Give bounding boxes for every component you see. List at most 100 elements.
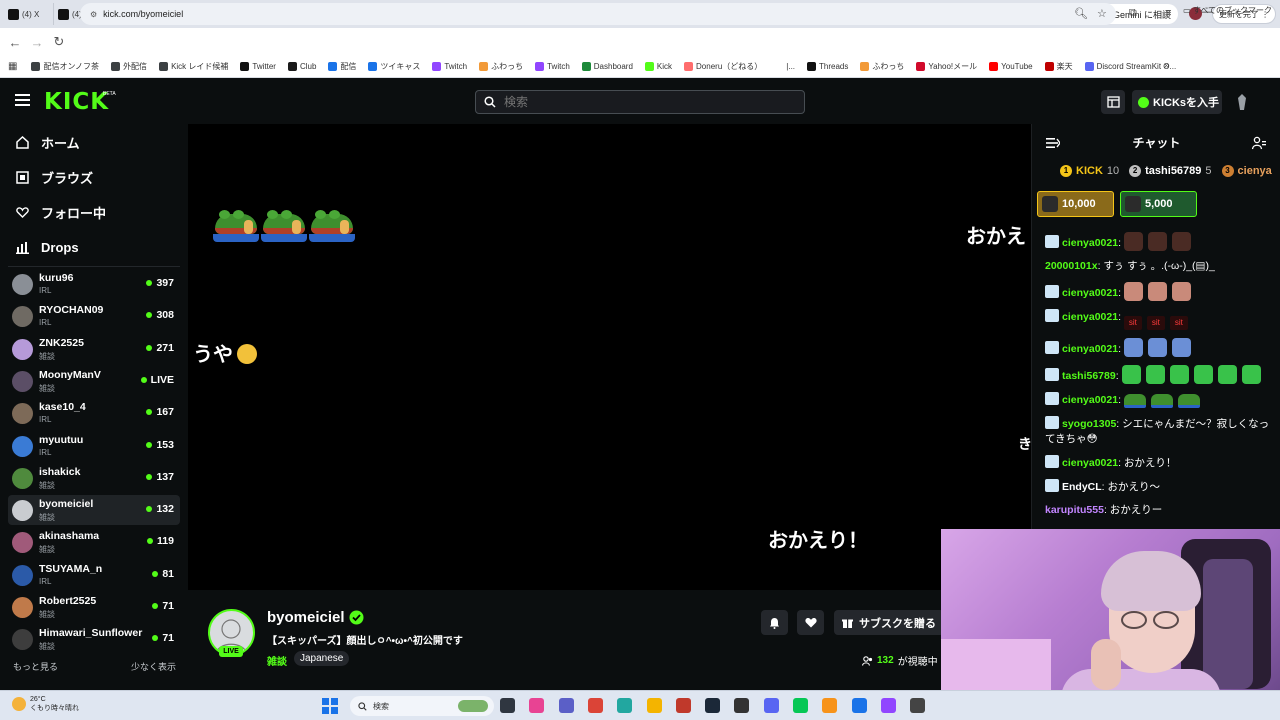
taskbar-search[interactable]: 検索 xyxy=(350,696,494,716)
sidebar-channel-znk2525[interactable]: ZNK2525 雑談 271 xyxy=(8,334,180,364)
language-tag[interactable]: Japanese xyxy=(294,651,350,666)
tab-list-icon[interactable]: ≡ xyxy=(1165,7,1171,19)
search-icon xyxy=(358,701,367,711)
sidebar-channel-kase10_4[interactable]: kase10_4 IRL 167 xyxy=(8,398,180,428)
nav-browse[interactable]: ブラウズ xyxy=(16,167,93,187)
notification-button[interactable] xyxy=(761,610,788,635)
bookmark-item[interactable]: 楽天 xyxy=(1039,61,1079,72)
bookmark-item[interactable]: ふわっち xyxy=(854,61,910,72)
bookmark-item[interactable]: Kick xyxy=(639,62,678,71)
sidebar-channel-tsuyama_n[interactable]: TSUYAMA_n IRL 81 xyxy=(8,560,180,590)
browser-tab[interactable]: (4) X xyxy=(4,3,54,25)
streamer-name[interactable]: byomeiciel xyxy=(267,609,345,626)
bookmark-item[interactable]: |... xyxy=(768,62,801,71)
taskbar-app-icon[interactable] xyxy=(675,698,691,713)
bookmark-item[interactable]: 配信 xyxy=(322,61,362,72)
chat-users-icon[interactable] xyxy=(1252,136,1266,150)
category-link[interactable]: 雑談 xyxy=(267,653,287,668)
chat-username[interactable]: cienya0021 xyxy=(1062,457,1118,469)
kick-logo[interactable]: KICK xyxy=(44,89,109,115)
taskbar-app-icon[interactable] xyxy=(500,698,515,713)
apps-grid-icon[interactable]: ▦ xyxy=(8,61,17,72)
reload-icon[interactable]: ↻ xyxy=(48,34,70,50)
bookmark-item[interactable]: ツイキャス xyxy=(362,61,426,72)
bookmark-star-icon[interactable]: ☆ xyxy=(1097,7,1107,20)
taskbar-app-icon[interactable] xyxy=(617,698,633,713)
search-input[interactable] xyxy=(504,95,784,109)
show-less-link[interactable]: 少なく表示 xyxy=(131,660,176,673)
back-icon[interactable]: ← xyxy=(4,35,26,50)
gift-subscription-button[interactable]: サブスクを贈る xyxy=(834,610,944,635)
bookmark-item[interactable]: Twitter xyxy=(234,62,282,71)
leaderboard-item[interactable]: 2 tashi56789 5 xyxy=(1129,165,1212,177)
sidebar-channel-ishakick[interactable]: ishakick 雑談 137 xyxy=(8,463,180,493)
taskbar-app-icon[interactable] xyxy=(587,698,603,713)
bookmark-item[interactable]: ふわっち xyxy=(473,61,529,72)
chat-username[interactable]: karupitu555 xyxy=(1045,504,1104,516)
taskbar-app-icon[interactable] xyxy=(880,698,896,713)
sidebar-channel-himawari_sunflower[interactable]: Himawari_Sunflower 雑談 71 xyxy=(8,624,180,654)
taskbar-app-icon[interactable] xyxy=(793,698,808,713)
sidebar-channel-robert2525[interactable]: Robert2525 雑談 71 xyxy=(8,592,180,622)
url-bar[interactable]: ⚙ kick.com/byomeiciel xyxy=(80,3,1116,25)
nav-home[interactable]: ホーム xyxy=(16,132,80,152)
zoom-icon[interactable]: 🔍︎ xyxy=(1074,7,1088,20)
video-player[interactable]: うや おかえ おかえり！ き xyxy=(188,124,1031,590)
all-bookmarks[interactable]: ▭ すべてのブックマーク xyxy=(1183,5,1272,16)
chat-username[interactable]: cienya0021 xyxy=(1062,343,1118,355)
chat-username[interactable]: cienya0021 xyxy=(1062,237,1118,249)
sidebar-channel-akinashama[interactable]: akinashama 雑談 119 xyxy=(8,527,180,557)
show-more-link[interactable]: もっと見る xyxy=(13,660,58,673)
chat-username[interactable]: tashi56789 xyxy=(1062,370,1116,382)
sidebar-channel-byomeiciel[interactable]: byomeiciel 雑談 132 xyxy=(8,495,180,526)
start-button[interactable] xyxy=(322,698,338,714)
nav-drops[interactable]: Drops xyxy=(16,237,79,257)
bookmark-item[interactable]: Threads xyxy=(801,62,854,71)
taskbar-app-icon[interactable] xyxy=(558,698,574,713)
site-info-icon[interactable]: ⚙ xyxy=(90,10,97,19)
user-avatar[interactable] xyxy=(1236,94,1248,110)
taskbar-app-icon[interactable] xyxy=(822,698,838,713)
bookmark-item[interactable]: Yahoo!メール xyxy=(910,61,983,72)
chat-username[interactable]: 20000101x xyxy=(1045,260,1098,272)
leaderboard-item[interactable]: 3 cienya xyxy=(1221,165,1276,177)
bookmark-item[interactable]: Twitch xyxy=(529,62,576,71)
taskbar-app-icon[interactable] xyxy=(763,698,779,713)
sidebar-channel-moonymanv[interactable]: MoonyManV 雑談 LIVE xyxy=(8,366,180,396)
bookmark-item[interactable]: Doneru（どねる） xyxy=(678,61,768,72)
chat-username[interactable]: cienya0021 xyxy=(1062,394,1118,406)
weather-widget[interactable]: 26°C くもり時々晴れ xyxy=(12,695,79,713)
sidebar-channel-kuru96[interactable]: kuru96 IRL 397 xyxy=(8,269,180,299)
chat-username[interactable]: EndyCL xyxy=(1062,481,1102,493)
bookmark-item[interactable]: 外配信 xyxy=(105,61,153,72)
taskbar-app-icon[interactable] xyxy=(734,698,750,713)
bookmarks-more[interactable]: » xyxy=(1164,60,1170,71)
bookmark-item[interactable]: 配信オンノフ茶 xyxy=(25,61,105,72)
pinned-kick[interactable]: 10,000 xyxy=(1037,191,1114,217)
leaderboard-item[interactable]: 1 KICK 10 xyxy=(1060,165,1119,177)
sidebar-channel-ryochan09[interactable]: RYOCHAN09 IRL 308 xyxy=(8,301,180,331)
follow-button[interactable] xyxy=(797,610,824,635)
pinned-kick[interactable]: 5,000 xyxy=(1120,191,1197,217)
taskbar-app-icon[interactable] xyxy=(529,698,545,713)
bookmark-item[interactable]: YouTube xyxy=(983,62,1038,71)
taskbar-app-icon[interactable] xyxy=(910,698,926,713)
search-box[interactable] xyxy=(475,90,805,114)
get-kicks-button[interactable]: KICKsを入手 xyxy=(1132,90,1222,114)
taskbar-app-icon[interactable] xyxy=(851,698,867,713)
extensions-icon[interactable]: ⧉ xyxy=(1129,7,1137,20)
nav-following[interactable]: フォロー中 xyxy=(16,202,106,222)
chat-username[interactable]: syogo1305 xyxy=(1062,418,1116,430)
chat-username[interactable]: cienya0021 xyxy=(1062,311,1118,323)
bookmark-item[interactable]: Twitch xyxy=(426,62,473,71)
menu-icon[interactable] xyxy=(15,94,30,106)
dashboard-button[interactable] xyxy=(1101,90,1125,114)
taskbar-app-icon[interactable] xyxy=(646,698,662,713)
taskbar-app-icon[interactable] xyxy=(705,698,721,713)
chat-username[interactable]: cienya0021 xyxy=(1062,287,1118,299)
bookmark-item[interactable]: Club xyxy=(282,62,322,71)
sidebar-channel-myuutuu[interactable]: myuutuu IRL 153 xyxy=(8,431,180,461)
bookmark-item[interactable]: Dashboard xyxy=(576,62,639,71)
forward-icon[interactable]: → xyxy=(26,35,48,50)
bookmark-item[interactable]: Kick レイド候補 xyxy=(153,61,234,72)
